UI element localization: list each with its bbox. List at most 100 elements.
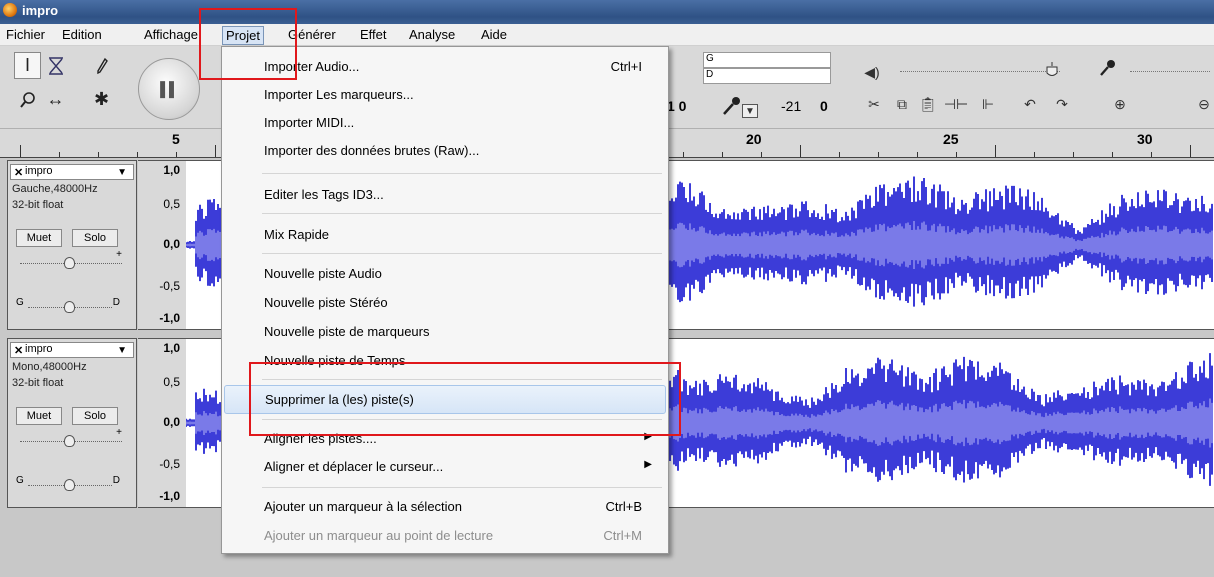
menu-analyse[interactable]: Analyse	[409, 27, 455, 42]
meter-left: G	[703, 52, 831, 68]
menu-edition[interactable]: Edition	[62, 27, 102, 42]
menu-item-import-audio[interactable]: Importer Audio... Ctrl+I	[224, 53, 666, 81]
submenu-arrow-icon: ▶	[644, 431, 652, 442]
multi-tool-icon[interactable]: ✱	[88, 86, 115, 113]
menu-item-new-stereo-track[interactable]: Nouvelle piste Stéréo	[224, 289, 666, 317]
ruler-tick	[683, 152, 684, 157]
ruler-label: 25	[943, 131, 959, 147]
menu-separator	[262, 419, 662, 420]
pause-button[interactable]: ▌▌	[138, 58, 200, 120]
chevron-down-icon: ▼	[117, 345, 127, 356]
input-level-text: 1 0	[667, 98, 687, 114]
track-control-panel: ✕ impro ▼ Mono,48000Hz 32-bit float Muet…	[7, 338, 137, 508]
menu-separator	[262, 487, 662, 488]
ruler-label: 30	[1137, 131, 1153, 147]
ibeam-tool-icon[interactable]: I	[14, 52, 41, 79]
ruler-tick	[59, 152, 60, 157]
silence-icon[interactable]: ⊩	[976, 92, 1000, 116]
track-name-dropdown[interactable]: ✕ impro ▼	[10, 164, 134, 180]
ruler-tick	[98, 152, 99, 157]
projet-menu: Importer Audio... Ctrl+I Importer Les mar…	[221, 46, 669, 554]
meter-right: D	[703, 68, 831, 84]
menu-affichage[interactable]: Affichage	[144, 27, 198, 42]
copy-icon[interactable]: ⧉	[890, 92, 914, 116]
ruler-tick	[800, 145, 801, 157]
ruler-tick	[137, 152, 138, 157]
menu-generer[interactable]: Générer	[288, 27, 336, 42]
track-control-panel: ✕ impro ▼ Gauche,48000Hz 32-bit float Mu…	[7, 160, 137, 330]
track-bit-depth: 32-bit float	[12, 377, 64, 389]
zoom-tool-icon[interactable]	[14, 86, 41, 113]
ruler-tick	[839, 152, 840, 157]
menu-item-new-audio-track[interactable]: Nouvelle piste Audio	[224, 260, 666, 288]
ruler-tick	[1112, 152, 1113, 157]
output-volume-knob[interactable]	[1040, 58, 1064, 82]
track-format: Mono,48000Hz	[12, 361, 87, 373]
title-bar: impro	[0, 0, 1214, 24]
ruler-tick	[956, 152, 957, 157]
menu-effet[interactable]: Effet	[360, 27, 387, 42]
speaker-icon: ◀)	[864, 63, 880, 80]
ruler-tick	[1190, 145, 1191, 157]
chevron-down-icon: ▼	[117, 167, 127, 178]
redo-icon[interactable]: ↷	[1050, 92, 1074, 116]
gain-slider[interactable]: +	[16, 427, 126, 447]
menu-item-remove-tracks[interactable]: Supprimer la (les) piste(s)	[224, 385, 666, 414]
menu-item-new-time-track[interactable]: Nouvelle piste de Temps	[224, 347, 666, 375]
pan-slider[interactable]: G D	[16, 297, 126, 313]
cut-icon[interactable]: ✂	[862, 92, 886, 116]
input-volume-slider[interactable]	[1130, 70, 1210, 72]
menu-fichier[interactable]: Fichier	[6, 27, 45, 42]
timeshift-tool-icon[interactable]: ↔	[42, 86, 69, 113]
amplitude-scale: 1,0 0,5 0,0 -0,5 -1,0	[138, 338, 186, 508]
zoom-in-icon[interactable]: ⊕	[1108, 92, 1132, 116]
menu-item-new-label-track[interactable]: Nouvelle piste de marqueurs	[224, 318, 666, 346]
solo-button[interactable]: Solo	[72, 229, 118, 247]
ruler-tick	[215, 145, 216, 157]
close-track-icon[interactable]: ✕	[14, 344, 23, 357]
menu-aide[interactable]: Aide	[481, 27, 507, 42]
track-name-dropdown[interactable]: ✕ impro ▼	[10, 342, 134, 358]
input-microphone-icon	[1096, 56, 1120, 80]
zoom-out-icon[interactable]: ⊖	[1192, 92, 1214, 116]
mute-button[interactable]: Muet	[16, 407, 62, 425]
pan-slider[interactable]: G D	[16, 475, 126, 491]
menu-separator	[262, 173, 662, 174]
output-volume-slider[interactable]	[900, 70, 1060, 72]
mute-button[interactable]: Muet	[16, 229, 62, 247]
ruler-tick	[917, 152, 918, 157]
close-track-icon[interactable]: ✕	[14, 166, 23, 179]
ruler-tick	[176, 152, 177, 157]
input-db-b: 0	[820, 98, 828, 114]
ruler-tick	[995, 145, 996, 157]
menu-item-edit-id3[interactable]: Editer les Tags ID3...	[224, 181, 666, 209]
input-source-dropdown[interactable]: ▼	[742, 104, 758, 118]
menu-bar: Fichier Edition Affichage Projet Générer…	[0, 24, 1214, 46]
menu-projet[interactable]: Projet	[222, 26, 264, 45]
ruler-tick	[20, 145, 21, 157]
envelope-tool-icon[interactable]	[42, 52, 69, 79]
menu-item-align-move-cursor[interactable]: Aligner et déplacer le curseur... ▶	[224, 453, 666, 481]
menu-item-quick-mix[interactable]: Mix Rapide	[224, 221, 666, 249]
undo-icon[interactable]: ↶	[1018, 92, 1042, 116]
input-db-a: -21	[781, 98, 802, 114]
ruler-tick	[761, 152, 762, 157]
window-title: impro	[22, 3, 59, 18]
solo-button[interactable]: Solo	[72, 407, 118, 425]
menu-item-add-label-selection[interactable]: Ajouter un marqueur à la sélection Ctrl+B	[224, 493, 666, 521]
trim-icon[interactable]: ⊣⊢	[944, 92, 968, 116]
app-icon	[3, 3, 17, 17]
menu-item-align-tracks[interactable]: Aligner les pistes.... ▶	[224, 425, 666, 453]
pause-icon: ▌▌	[160, 81, 179, 97]
draw-tool-icon[interactable]	[88, 52, 115, 79]
paste-icon[interactable]: 📋︎	[916, 92, 940, 116]
ruler-tick	[1034, 152, 1035, 157]
ruler-label: 20	[746, 131, 762, 147]
menu-item-import-labels[interactable]: Importer Les marqueurs...	[224, 81, 666, 109]
menu-item-import-raw[interactable]: Importer des données brutes (Raw)...	[224, 137, 666, 165]
menu-item-import-midi[interactable]: Importer MIDI...	[224, 109, 666, 137]
microphone-icon[interactable]	[720, 94, 744, 118]
submenu-arrow-icon: ▶	[644, 459, 652, 470]
menu-separator	[262, 379, 662, 380]
gain-slider[interactable]: +	[16, 249, 126, 269]
